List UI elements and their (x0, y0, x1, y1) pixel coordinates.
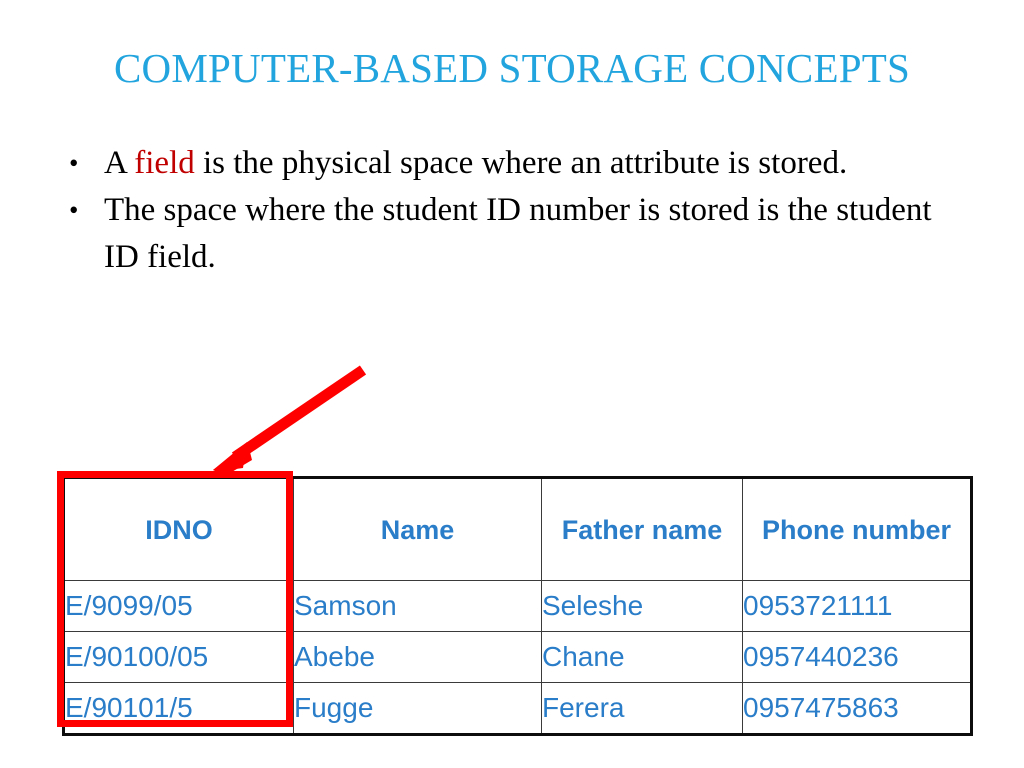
column-header-name: Name (293, 476, 542, 581)
cell-father-name: Chane (541, 631, 743, 683)
table-header-row: IDNO Name Father name Phone number (62, 476, 973, 581)
bullet-item-2: • The space where the student ID number … (62, 187, 942, 281)
table-row: E/90101/5 Fugge Ferera 0957475863 (62, 682, 973, 736)
bullet-text-suffix: The space where the student ID number is… (104, 192, 932, 275)
arrow-head-fill (213, 444, 252, 476)
bullet-item-1: • A field is the physical space where an… (62, 140, 942, 187)
cell-father-name: Ferera (541, 682, 743, 736)
cell-phone-number: 0953721111 (742, 580, 973, 632)
bullet-text-prefix: A (104, 145, 135, 181)
cell-name: Abebe (293, 631, 542, 683)
cell-phone-number: 0957475863 (742, 682, 973, 736)
bullet-marker-icon: • (69, 195, 79, 225)
cell-name: Fugge (293, 682, 542, 736)
column-header-phone-number: Phone number (742, 476, 973, 581)
annotation-arrow-icon (213, 365, 367, 476)
page-title: COMPUTER-BASED STORAGE CONCEPTS (114, 45, 910, 91)
table-row: E/90100/05 Abebe Chane 0957440236 (62, 631, 973, 683)
column-header-father-name: Father name (541, 476, 743, 581)
table-row: E/9099/05 Samson Seleshe 0953721111 (62, 580, 973, 632)
cell-idno: E/90101/5 (62, 682, 294, 736)
cell-name: Samson (293, 580, 542, 632)
bullet-text-suffix: is the physical space where an attribute… (194, 145, 848, 181)
cell-father-name: Seleshe (541, 580, 743, 632)
column-header-idno: IDNO (62, 476, 294, 581)
cell-idno: E/9099/05 (62, 580, 294, 632)
arrow-shaft (231, 365, 367, 462)
cell-idno: E/90100/05 (62, 631, 294, 683)
student-record-table: IDNO Name Father name Phone number E/909… (62, 476, 973, 736)
cell-phone-number: 0957440236 (742, 631, 973, 683)
bullet-keyword-field: field (134, 145, 195, 181)
arrow-head (213, 442, 247, 471)
bullet-marker-icon: • (69, 148, 79, 178)
bullet-list: • A field is the physical space where an… (62, 140, 942, 281)
